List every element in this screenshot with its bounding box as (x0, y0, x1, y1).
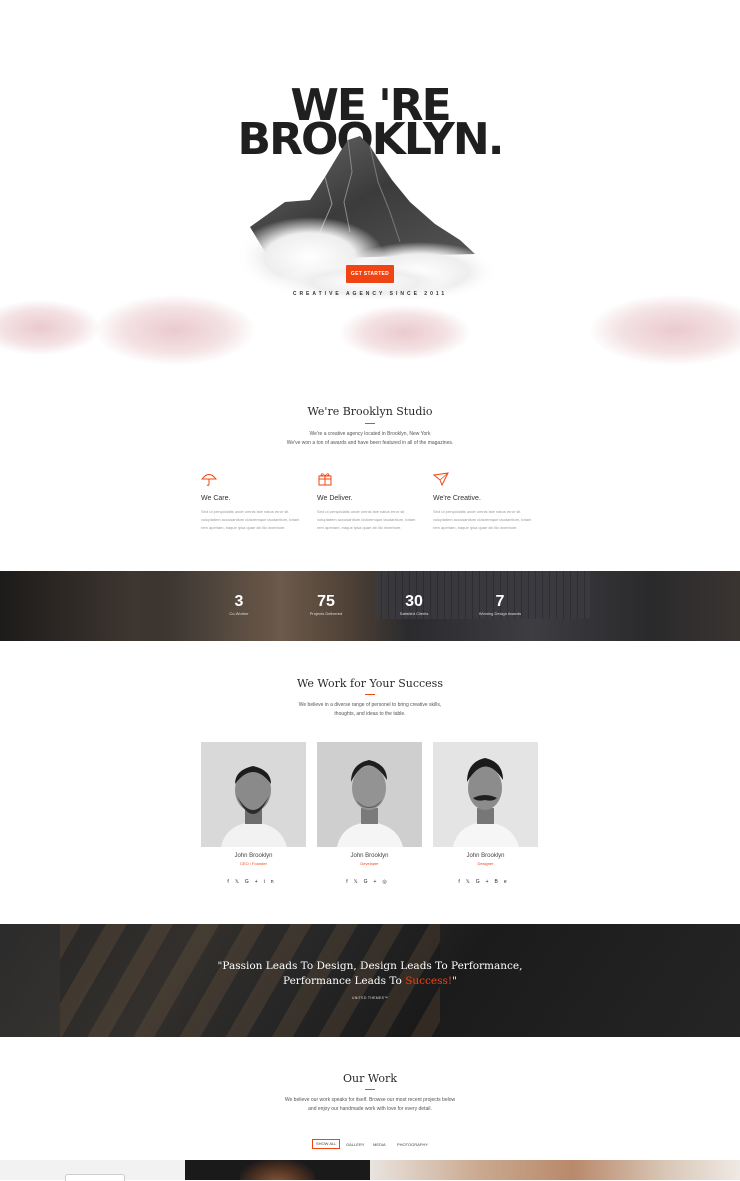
feature-card: We Care. Sed ut perspiciatis unde omnis … (200, 472, 306, 532)
work-intro-line2: and enjoy our handmade work with love fo… (308, 1106, 432, 1112)
team-card: John Brooklyn Developer f𝕏G+◎ (317, 742, 422, 885)
feature-text: Sed ut perspiciatis unde omnis iste natu… (433, 509, 532, 530)
team-intro-line2: thoughts, and ideas to the table. (334, 711, 406, 717)
studio-intro-line2: We've won a ton of awards and have been … (286, 440, 454, 446)
stat-value: 3 (234, 593, 244, 610)
portrait-image (240, 1160, 315, 1180)
filter-gallery[interactable]: GALLERY (346, 1141, 364, 1149)
stat-label: Projects Delivered (309, 611, 343, 616)
team-photo (433, 742, 538, 847)
quote-close-mark: " (452, 975, 457, 987)
feature-card: We're Creative. Sed ut perspiciatis unde… (432, 472, 538, 532)
linkedin-icon[interactable]: in (264, 879, 280, 885)
feature-title: We Care. (201, 495, 231, 502)
facebook-icon[interactable]: f (458, 879, 465, 885)
pink-cloud (590, 295, 740, 365)
stat-item: 3 Co-Worker (209, 593, 269, 616)
stat-item: 30 Satisfied Clients (384, 593, 444, 616)
google-plus-icon[interactable]: G+ (476, 879, 495, 885)
stat-item: 7 Winning Design Awards (470, 593, 530, 616)
stat-label: Co-Worker (229, 611, 249, 616)
facebook-icon[interactable]: f (227, 879, 234, 885)
portfolio-item[interactable] (185, 1160, 370, 1180)
member-role: CEO / Founder (240, 861, 267, 866)
stat-value: 75 (317, 593, 335, 610)
quote-banner: "Passion Leads To Design, Design Leads T… (0, 924, 740, 1037)
team-photo (201, 742, 306, 847)
portfolio-item[interactable] (0, 1160, 185, 1181)
quote-line2: Performance Leads To Success!" (0, 974, 740, 989)
social-links: f𝕏G+in (201, 879, 306, 885)
feature-title: We Deliver. (317, 495, 353, 502)
stat-item: 75 Projects Delivered (296, 593, 356, 616)
filter-media[interactable]: MEDIA (373, 1141, 386, 1149)
facebook-icon[interactable]: f (346, 879, 353, 885)
hero-tagline: CREATIVE AGENCY SINCE 2011 (292, 291, 448, 297)
pink-cloud (95, 295, 255, 365)
title-divider (365, 423, 375, 424)
twitter-icon[interactable]: 𝕏 (235, 879, 245, 885)
team-card: John Brooklyn CEO / Founder f𝕏G+in (201, 742, 306, 885)
background-image (0, 571, 190, 641)
stat-value: 7 (495, 593, 505, 610)
feature-text: Sed ut perspiciatis unde omnis iste natu… (201, 509, 300, 530)
team-title: We Work for Your Success (297, 677, 443, 690)
twitter-icon[interactable]: 𝕏 (466, 879, 476, 885)
member-role: Designer (477, 861, 494, 866)
feature-title: We're Creative. (433, 495, 481, 502)
pink-cloud (340, 305, 470, 360)
google-plus-icon[interactable]: G+ (364, 879, 383, 885)
social-links: f𝕏G+◎ (317, 879, 422, 885)
member-name: John Brooklyn (234, 853, 273, 859)
studio-intro-line1: We're a creative agency located in Brook… (309, 431, 431, 437)
filter-photography[interactable]: PHOTOGRAPHY (397, 1141, 428, 1149)
hero-section: WE 'RE BROOKLYN. GET STARTED CREATIVE AG… (0, 0, 740, 370)
stats-banner: 3 Co-Worker 75 Projects Delivered 30 Sat… (0, 571, 740, 641)
member-name: John Brooklyn (466, 853, 505, 859)
stat-value: 30 (405, 593, 423, 610)
title-divider (365, 694, 375, 695)
portfolio-item[interactable] (370, 1160, 740, 1180)
quote-author: UNITED THEMES™ (351, 996, 389, 1000)
feature-card: We Deliver. Sed ut perspiciatis unde omn… (317, 472, 422, 532)
studio-title: We're Brooklyn Studio (307, 405, 433, 418)
filter-show-all[interactable]: SHOW ALL (312, 1139, 341, 1149)
twitter-icon[interactable]: 𝕏 (354, 879, 364, 885)
behance-icon[interactable]: Be (495, 879, 513, 885)
team-intro-line1: We believe in a diverse range of persone… (298, 702, 442, 708)
quote-highlight: Success! (405, 975, 453, 987)
umbrella-icon (200, 474, 218, 486)
paper-plane-icon (432, 472, 449, 487)
pink-cloud (0, 300, 100, 355)
team-card: John Brooklyn Designer f𝕏G+Be (433, 742, 538, 885)
work-intro-line1: We believe our work speaks for itself. B… (284, 1097, 456, 1103)
github-icon[interactable]: ◎ (382, 879, 392, 885)
gift-box-icon (318, 473, 332, 486)
title-divider (365, 1089, 375, 1090)
quote-line1: "Passion Leads To Design, Design Leads T… (217, 960, 523, 972)
team-photo (317, 742, 422, 847)
work-title: Our Work (343, 1072, 397, 1085)
stat-label: Satisfied Clients (399, 611, 429, 616)
get-started-button[interactable]: GET STARTED (346, 265, 394, 283)
quote-line2-text: Performance Leads To (283, 975, 406, 987)
feature-text: Sed ut perspiciatis unde omnis iste natu… (317, 509, 416, 530)
google-plus-icon[interactable]: G+ (245, 879, 264, 885)
member-name: John Brooklyn (350, 853, 389, 859)
member-role: Developer (360, 861, 379, 866)
stat-label: Winning Design Awards (478, 611, 522, 616)
social-links: f𝕏G+Be (433, 879, 538, 885)
